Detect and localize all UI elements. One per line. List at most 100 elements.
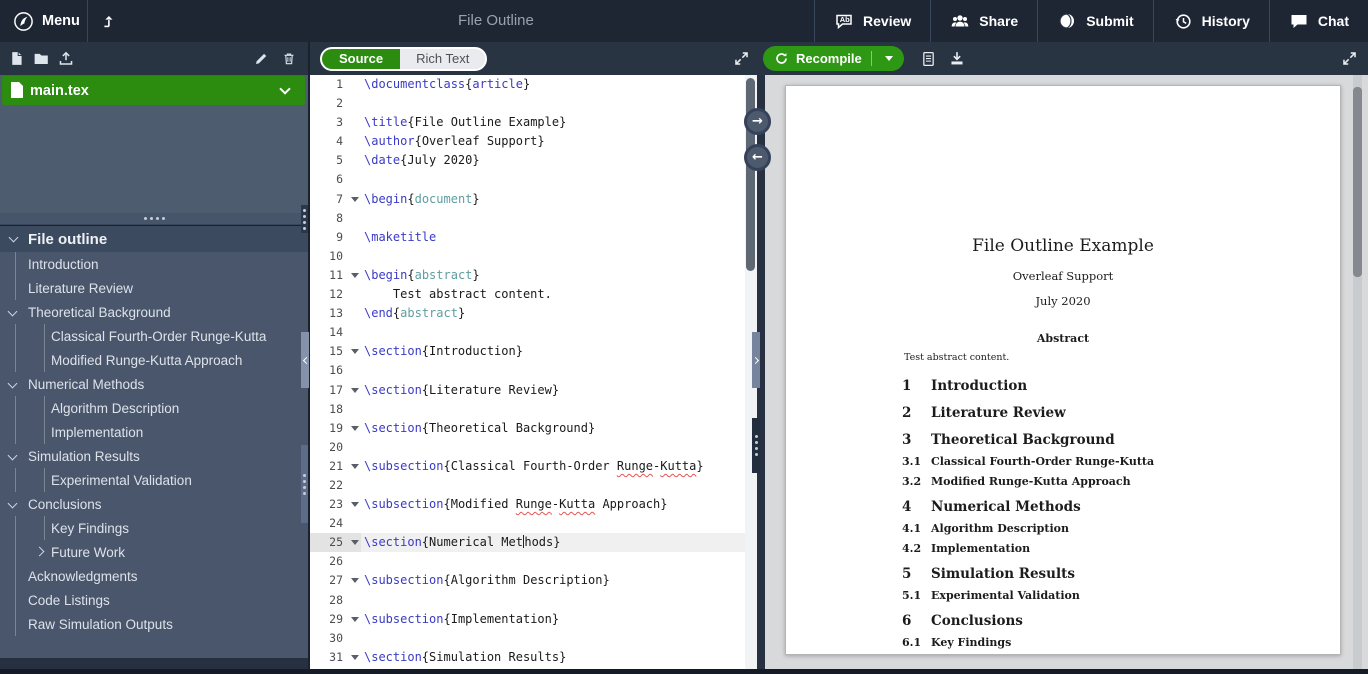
code-line[interactable]: 17\section{Literature Review}: [310, 381, 757, 400]
code-text: [361, 170, 364, 189]
fold-arrow-icon[interactable]: [351, 349, 359, 354]
code-line[interactable]: 19\section{Theoretical Background}: [310, 419, 757, 438]
fold-arrow-icon[interactable]: [351, 502, 359, 507]
outline-item[interactable]: Classical Fourth-Order Runge-Kutta: [0, 324, 308, 348]
history-button[interactable]: History: [1153, 0, 1269, 42]
code-line[interactable]: 29\subsection{Implementation}: [310, 610, 757, 629]
code-line[interactable]: 12 Test abstract content.: [310, 285, 757, 304]
fold-arrow-icon[interactable]: [351, 197, 359, 202]
up-arrow-button[interactable]: [89, 0, 127, 42]
pdf-scrollbar-thumb[interactable]: [1353, 87, 1362, 277]
fold-arrow-icon[interactable]: [351, 273, 359, 278]
share-button[interactable]: Share: [930, 0, 1037, 42]
code-line[interactable]: 15\section{Introduction}: [310, 342, 757, 361]
code-line[interactable]: 24: [310, 514, 757, 533]
code-text: [361, 629, 364, 648]
sidebar-resize-handle[interactable]: [301, 205, 308, 233]
outline-item[interactable]: Modified Runge-Kutta Approach: [0, 348, 308, 372]
menu-button[interactable]: Menu: [0, 0, 88, 42]
fold-arrow-icon[interactable]: [351, 578, 359, 583]
outline-item[interactable]: Simulation Results: [0, 444, 308, 468]
editor-fullscreen-button[interactable]: [733, 50, 750, 67]
code-line[interactable]: 10: [310, 247, 757, 266]
review-button[interactable]: Ab Review: [814, 0, 930, 42]
upload-button[interactable]: [57, 50, 75, 67]
divider-drag-handle[interactable]: [752, 418, 760, 473]
code-line[interactable]: 27\subsection{Algorithm Description}: [310, 571, 757, 590]
chevron-down-icon[interactable]: [279, 83, 290, 94]
outline-item[interactable]: Key Findings: [0, 516, 308, 540]
fold-gutter: [348, 151, 361, 170]
outline-item[interactable]: Implementation: [0, 420, 308, 444]
code-line[interactable]: 23\subsection{Modified Runge-Kutta Appro…: [310, 495, 757, 514]
outline-item[interactable]: Experimental Validation: [0, 468, 308, 492]
outline-scrollbar-thumb[interactable]: [301, 445, 308, 523]
chat-button[interactable]: Chat: [1269, 0, 1368, 42]
jump-to-code-button[interactable]: ←: [744, 144, 771, 171]
pdf-collapse-button[interactable]: [752, 332, 760, 388]
new-folder-button[interactable]: [32, 50, 50, 67]
recompile-button[interactable]: Recompile: [763, 46, 904, 71]
tab-rich-text[interactable]: Rich Text: [400, 49, 485, 69]
rename-button[interactable]: [253, 50, 270, 67]
jump-to-pdf-button[interactable]: →: [744, 108, 771, 135]
code-line[interactable]: 14: [310, 323, 757, 342]
code-editor[interactable]: 1\documentclass{article}23\title{File Ou…: [310, 75, 757, 674]
code-line[interactable]: 4\author{Overleaf Support}: [310, 132, 757, 151]
submit-button[interactable]: Submit: [1037, 0, 1152, 42]
outline-list: IntroductionLiterature ReviewTheoretical…: [0, 252, 308, 658]
tree-resize-handle[interactable]: [0, 213, 308, 225]
code-line[interactable]: 3\title{File Outline Example}: [310, 113, 757, 132]
line-number: 15: [310, 342, 348, 361]
delete-button[interactable]: [281, 50, 297, 67]
line-number: 25: [310, 533, 348, 552]
outline-item[interactable]: Conclusions: [0, 492, 308, 516]
code-line[interactable]: 16: [310, 361, 757, 380]
code-line[interactable]: 6: [310, 170, 757, 189]
fold-arrow-icon[interactable]: [351, 540, 359, 545]
fold-gutter: [348, 648, 361, 667]
view-logs-button[interactable]: [920, 50, 937, 68]
sidebar-collapse-button[interactable]: [301, 332, 309, 388]
fold-arrow-icon[interactable]: [351, 426, 359, 431]
code-line[interactable]: 7\begin{document}: [310, 190, 757, 209]
outline-item[interactable]: Theoretical Background: [0, 300, 308, 324]
code-line[interactable]: 22: [310, 476, 757, 495]
outline-item[interactable]: Raw Simulation Outputs: [0, 612, 308, 636]
file-item-main-tex[interactable]: main.tex: [2, 76, 305, 105]
code-line[interactable]: 9\maketitle: [310, 228, 757, 247]
code-line[interactable]: 26: [310, 552, 757, 571]
fold-arrow-icon[interactable]: [351, 655, 359, 660]
code-line[interactable]: 20: [310, 438, 757, 457]
outline-item[interactable]: Introduction: [0, 252, 308, 276]
recompile-label: Recompile: [796, 51, 862, 66]
code-line[interactable]: 18: [310, 400, 757, 419]
code-line[interactable]: 2: [310, 94, 757, 113]
code-line[interactable]: 13\end{abstract}: [310, 304, 757, 323]
editor-scrollbar-thumb[interactable]: [746, 78, 755, 271]
recompile-dropdown-icon[interactable]: [885, 56, 893, 61]
outline-item[interactable]: Future Work: [0, 540, 308, 564]
code-line[interactable]: 21\subsection{Classical Fourth-Order Run…: [310, 457, 757, 476]
fold-arrow-icon[interactable]: [351, 464, 359, 469]
outline-header[interactable]: File outline: [0, 226, 308, 252]
code-line[interactable]: 1\documentclass{article}: [310, 75, 757, 94]
download-pdf-button[interactable]: [948, 50, 966, 67]
fold-arrow-icon[interactable]: [351, 388, 359, 393]
outline-item[interactable]: Literature Review: [0, 276, 308, 300]
code-line[interactable]: 30: [310, 629, 757, 648]
code-line[interactable]: 31\section{Simulation Results}: [310, 648, 757, 667]
outline-item[interactable]: Acknowledgments: [0, 564, 308, 588]
outline-item[interactable]: Numerical Methods: [0, 372, 308, 396]
code-line[interactable]: 25\section{Numerical Methods}: [310, 533, 757, 552]
pdf-fullscreen-button[interactable]: [1341, 50, 1358, 67]
code-line[interactable]: 8: [310, 209, 757, 228]
new-file-button[interactable]: [8, 50, 25, 67]
outline-item[interactable]: Algorithm Description: [0, 396, 308, 420]
code-line[interactable]: 28: [310, 591, 757, 610]
fold-arrow-icon[interactable]: [351, 617, 359, 622]
code-line[interactable]: 11\begin{abstract}: [310, 266, 757, 285]
code-line[interactable]: 5\date{July 2020}: [310, 151, 757, 170]
tab-source[interactable]: Source: [322, 49, 400, 69]
outline-item[interactable]: Code Listings: [0, 588, 308, 612]
